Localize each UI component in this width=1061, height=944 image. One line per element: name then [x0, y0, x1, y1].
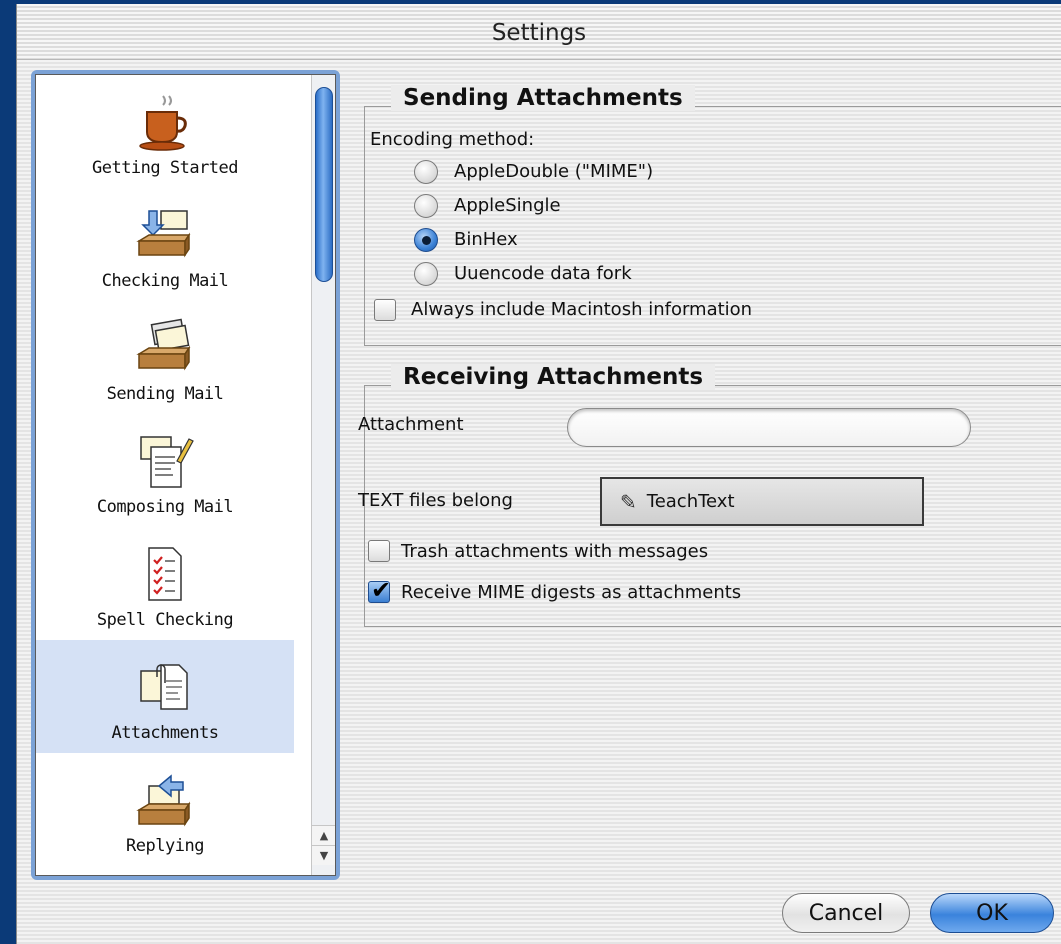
mac-info-label[interactable]: Always include Macintosh information — [411, 299, 752, 320]
radio-applesingle[interactable] — [414, 194, 438, 218]
radio-uuencode[interactable] — [414, 262, 438, 286]
radio-binhex-label[interactable]: BinHex — [454, 229, 518, 250]
category-getting-started[interactable]: Getting Started — [36, 75, 294, 188]
scroll-up-arrow-icon[interactable]: ▲ — [312, 825, 335, 845]
cancel-button[interactable]: Cancel — [782, 893, 910, 933]
radio-appledouble-label[interactable]: AppleDouble ("MIME") — [454, 161, 653, 182]
radio-applesingle-label[interactable]: AppleSingle — [454, 195, 561, 216]
mailbox-download-icon — [136, 210, 191, 258]
trash-attachments-label[interactable]: Trash attachments with messages — [401, 541, 708, 562]
category-spell-checking[interactable]: Spell Checking — [36, 527, 294, 640]
settings-window: Settings Getting Started Checking Mail S… — [16, 4, 1061, 944]
mac-info-checkbox[interactable] — [374, 299, 396, 321]
category-label: Attachments — [111, 723, 219, 743]
checklist-icon — [148, 547, 182, 601]
category-label: Sending Mail — [106, 384, 224, 404]
title-bar[interactable]: Settings — [17, 4, 1061, 60]
category-sending-mail[interactable]: Sending Mail — [36, 301, 294, 414]
category-label: Replying — [126, 836, 204, 856]
attachment-folder-label: Attachment — [358, 414, 464, 435]
category-label: Checking Mail — [101, 271, 229, 291]
window-title: Settings — [491, 20, 587, 46]
mime-digests-checkbox[interactable]: ✔ — [368, 576, 391, 604]
category-replying[interactable]: Replying — [36, 753, 294, 866]
category-composing-mail[interactable]: Composing Mail — [36, 414, 294, 527]
category-list: Getting Started Checking Mail Sending Ma… — [35, 74, 336, 876]
category-attachments[interactable]: Attachments — [36, 640, 294, 753]
encoding-method-label: Encoding method: — [370, 129, 535, 150]
category-list-frame: Getting Started Checking Mail Sending Ma… — [31, 70, 340, 880]
text-files-app-button[interactable]: ✎ TeachText — [600, 477, 924, 526]
scroll-down-arrow-icon[interactable]: ▼ — [312, 845, 335, 865]
coffee-cup-icon — [139, 95, 187, 151]
category-list-scrollbar[interactable]: ▲ ▼ — [311, 75, 335, 875]
category-label: Spell Checking — [96, 610, 234, 630]
mailbox-send-icon — [136, 318, 191, 371]
sending-attachments-title: Sending Attachments — [391, 85, 695, 111]
compose-pencil-icon — [140, 436, 194, 488]
radio-binhex[interactable] — [414, 228, 438, 252]
ok-button[interactable]: OK — [930, 893, 1054, 933]
teachtext-icon: ✎ — [620, 489, 637, 514]
category-label: Composing Mail — [96, 497, 234, 517]
scrollbar-thumb[interactable] — [315, 87, 333, 282]
attachment-documents-icon — [140, 664, 188, 710]
trash-attachments-checkbox[interactable] — [368, 540, 390, 562]
checkmark-icon: ✔ — [371, 576, 392, 604]
mime-digests-label[interactable]: Receive MIME digests as attachments — [401, 582, 741, 603]
receiving-attachments-title: Receiving Attachments — [391, 364, 716, 390]
radio-appledouble[interactable] — [414, 160, 438, 184]
text-files-label: TEXT files belong — [358, 490, 513, 511]
category-label: Getting Started — [91, 158, 239, 178]
reply-arrow-icon — [136, 774, 191, 827]
radio-uuencode-label[interactable]: Uuencode data fork — [454, 263, 632, 284]
attachment-folder-field[interactable] — [567, 408, 971, 447]
text-files-app-label: TeachText — [646, 491, 735, 512]
category-checking-mail[interactable]: Checking Mail — [36, 188, 294, 301]
